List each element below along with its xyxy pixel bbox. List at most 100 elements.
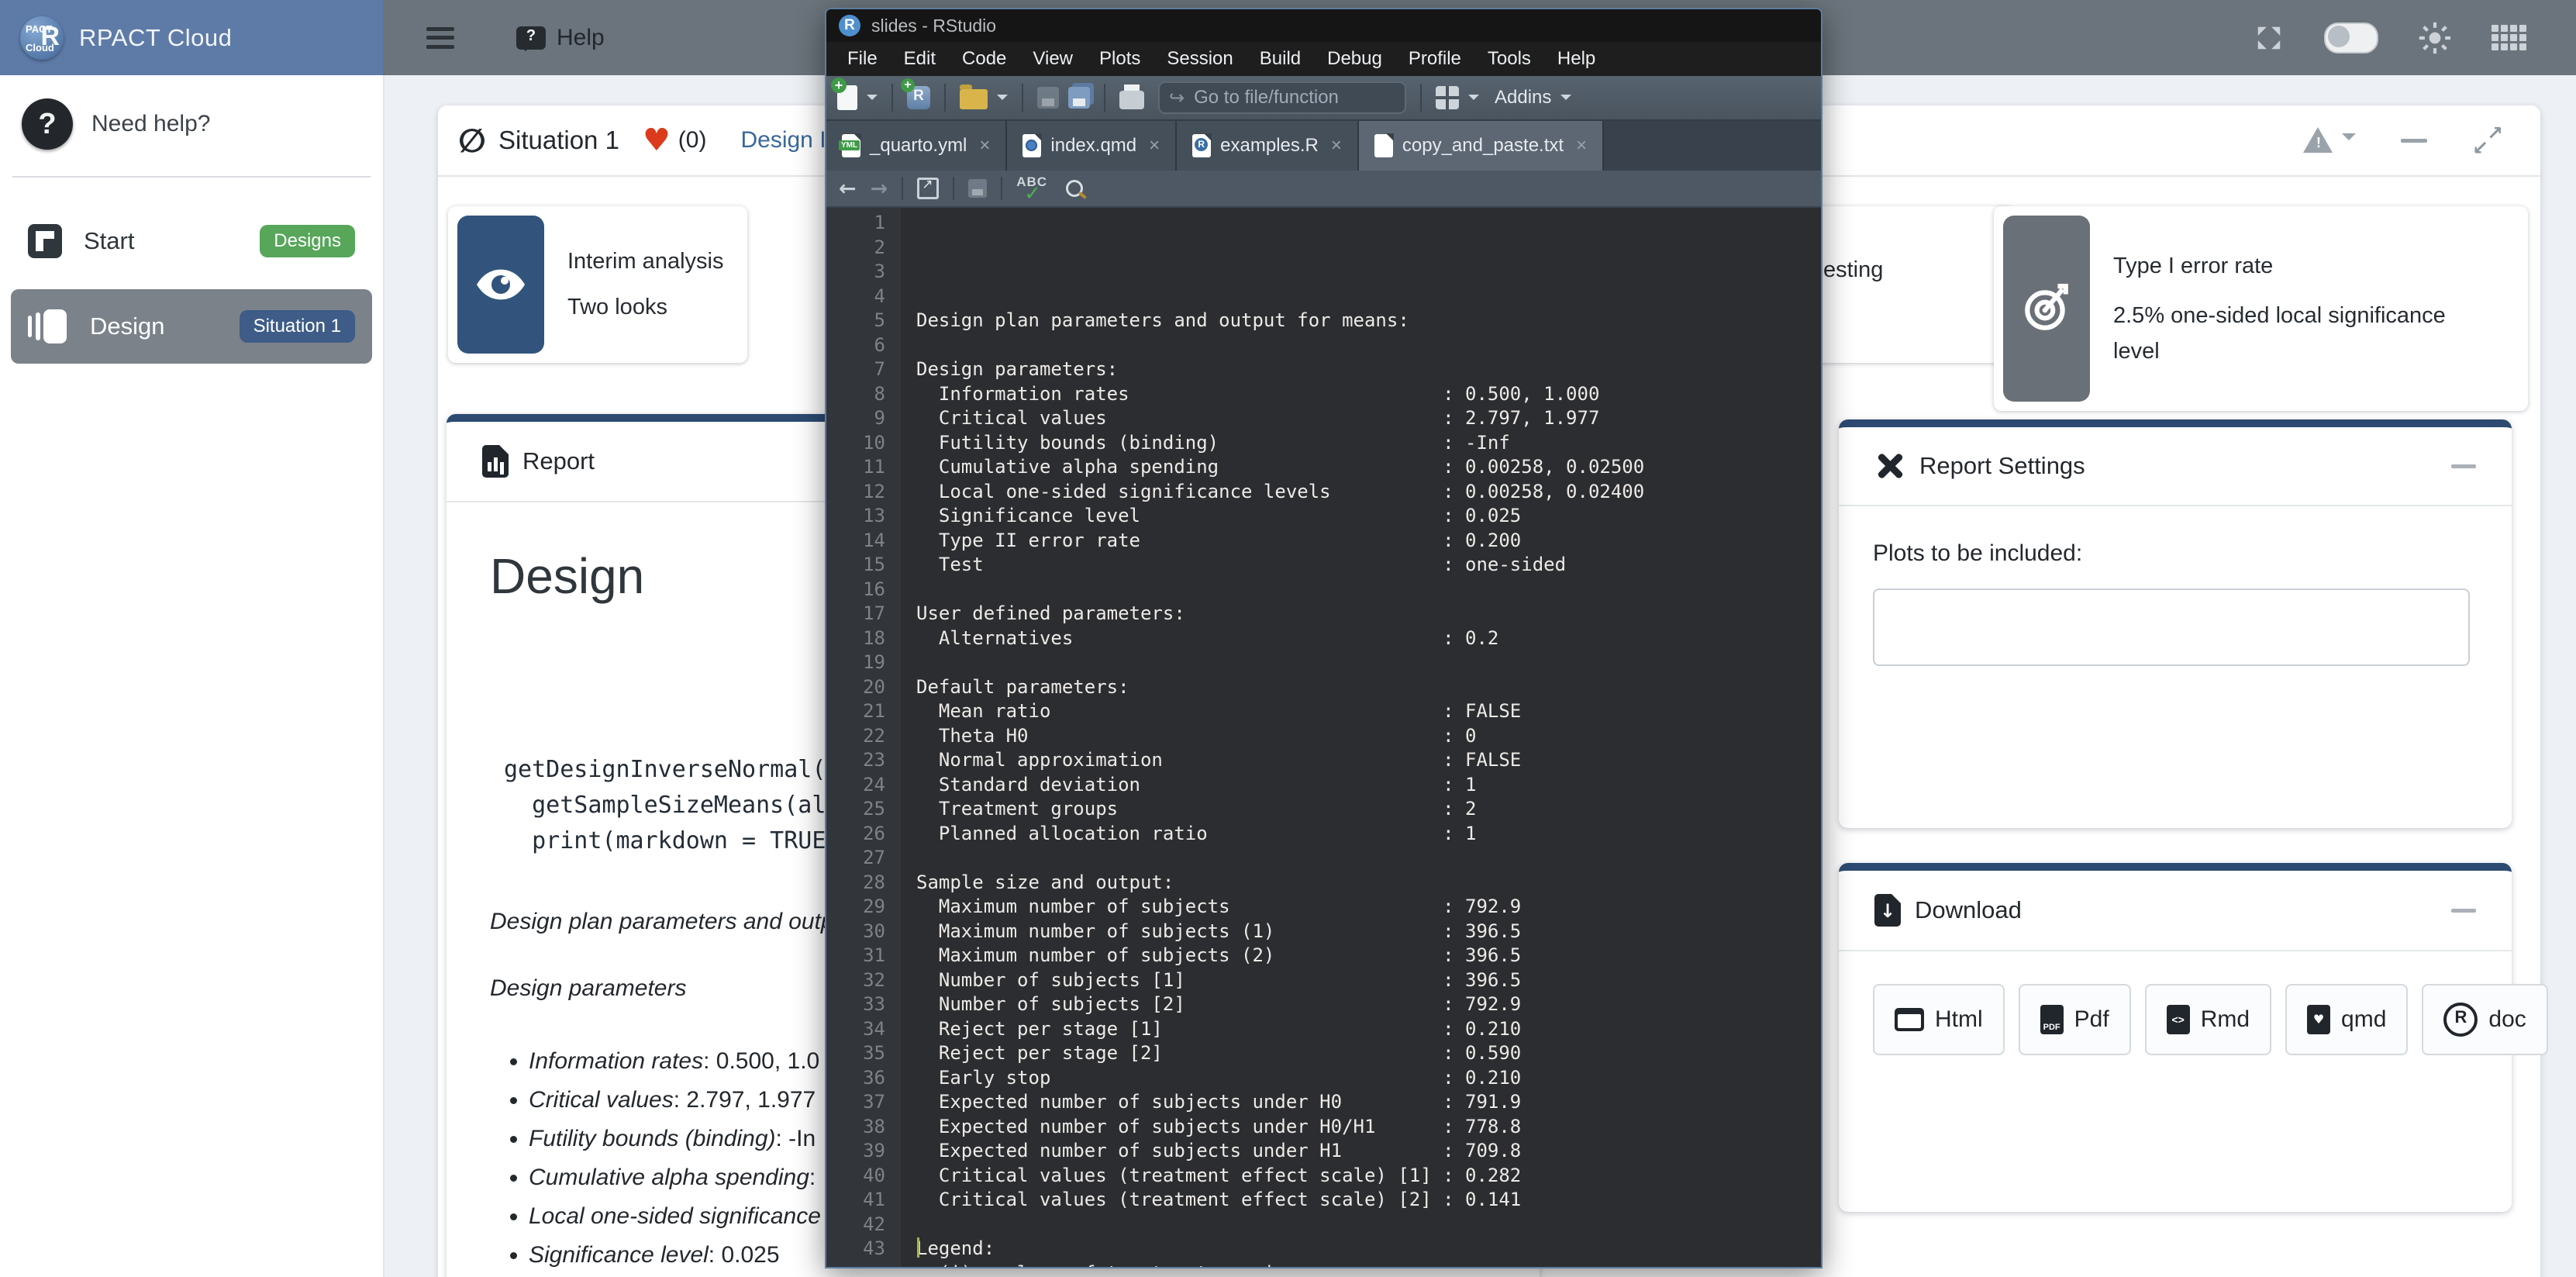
spellcheck-icon[interactable]: ABC✓ bbox=[1016, 174, 1052, 202]
download-button[interactable]: Pdf bbox=[2019, 984, 2131, 1055]
menu-item[interactable]: Edit bbox=[891, 48, 949, 70]
line-number: 22 bbox=[826, 724, 885, 749]
warnings-dropdown[interactable]: ! bbox=[2303, 127, 2356, 154]
rstudio-window[interactable]: R slides - RStudio FileEditCodeViewPlots… bbox=[825, 8, 1823, 1268]
interim-analysis-card[interactable]: Interim analysis Two looks bbox=[448, 206, 747, 363]
back-icon[interactable]: ← bbox=[839, 177, 857, 201]
download-button[interactable]: Rmd bbox=[2145, 984, 2271, 1055]
need-help-item[interactable]: ? Need help? bbox=[0, 75, 383, 176]
topbar-help-button[interactable]: ? Help bbox=[516, 25, 605, 51]
download-button[interactable]: Html bbox=[1873, 984, 2005, 1055]
sun-icon[interactable] bbox=[2419, 22, 2451, 54]
collapse-button[interactable] bbox=[2401, 139, 2427, 143]
new-project-icon[interactable] bbox=[907, 86, 930, 109]
chevron-down-icon[interactable] bbox=[867, 95, 878, 105]
open-file-icon[interactable] bbox=[960, 89, 988, 109]
line-number-gutter: 1234567891011121314151617181920212223242… bbox=[826, 208, 901, 1267]
sidebar-item-label: Design bbox=[90, 312, 240, 340]
editor-pane[interactable]: 1234567891011121314151617181920212223242… bbox=[826, 208, 1821, 1267]
menu-item[interactable]: Tools bbox=[1474, 48, 1544, 70]
type1-error-card[interactable]: Type I error rate 2.5% one-sided local s… bbox=[1994, 206, 2528, 411]
chevron-down-icon[interactable] bbox=[997, 95, 1008, 105]
plots-input[interactable] bbox=[1873, 588, 2470, 666]
menu-item[interactable]: Debug bbox=[1314, 48, 1395, 70]
editor-line: Local one-sided significance levels : 0.… bbox=[916, 480, 1644, 505]
editor-tab[interactable]: index.qmd × bbox=[1007, 121, 1177, 171]
line-number: 42 bbox=[826, 1213, 885, 1237]
warning-icon: ! bbox=[2303, 127, 2334, 154]
fullscreen-icon[interactable] bbox=[2254, 23, 2284, 53]
sidebar-item-start[interactable]: Start Designs bbox=[11, 213, 372, 269]
close-icon[interactable]: × bbox=[979, 135, 990, 157]
file-type-icon bbox=[1374, 134, 1393, 157]
close-icon[interactable]: × bbox=[1576, 135, 1587, 157]
addins-menu[interactable]: Addins bbox=[1495, 87, 1551, 109]
workspace-panes-icon[interactable] bbox=[1436, 86, 1459, 109]
editor-content[interactable]: Design plan parameters and output for me… bbox=[901, 208, 1644, 1267]
save-icon[interactable] bbox=[1037, 87, 1059, 109]
menu-item[interactable]: View bbox=[1019, 48, 1086, 70]
close-icon[interactable]: × bbox=[1149, 135, 1160, 157]
line-number: 29 bbox=[826, 895, 885, 920]
chevron-down-icon[interactable] bbox=[1560, 95, 1571, 105]
collapse-button[interactable] bbox=[2451, 909, 2476, 913]
download-button-label: Rmd bbox=[2201, 1006, 2250, 1033]
forward-icon[interactable]: → bbox=[871, 177, 888, 201]
expand-icon[interactable]: ↗↙ bbox=[2472, 125, 2503, 156]
download-format-icon bbox=[1895, 1008, 1924, 1031]
editor-line: Number of subjects [1] : 396.5 bbox=[916, 968, 1644, 993]
toggle-knob bbox=[2328, 26, 2350, 47]
menu-item[interactable]: Plots bbox=[1086, 48, 1154, 70]
screen: PACT Cloud R RPACT Cloud ? Need help? St… bbox=[0, 0, 2576, 1277]
line-number: 7 bbox=[826, 357, 885, 382]
start-icon bbox=[28, 224, 62, 258]
editor-line bbox=[916, 578, 1644, 602]
apps-grid-icon[interactable] bbox=[2492, 25, 2526, 50]
situation-title: Situation 1 bbox=[498, 126, 619, 155]
editor-tab[interactable]: examples.R × bbox=[1177, 121, 1359, 171]
collapse-button[interactable] bbox=[2451, 464, 2476, 468]
line-number: 16 bbox=[826, 578, 885, 602]
menu-item[interactable]: Profile bbox=[1395, 48, 1474, 70]
editor-tab-label: copy_and_paste.txt bbox=[1402, 135, 1564, 157]
save-all-icon[interactable] bbox=[1068, 87, 1090, 109]
design-icon bbox=[28, 308, 68, 345]
menu-item[interactable]: Code bbox=[949, 48, 1019, 70]
line-number: 11 bbox=[826, 455, 885, 480]
download-button[interactable]: qmd bbox=[2285, 984, 2408, 1055]
hamburger-menu-icon[interactable] bbox=[426, 27, 454, 49]
menu-item[interactable]: Help bbox=[1544, 48, 1609, 70]
new-file-icon[interactable] bbox=[837, 85, 857, 110]
likes-count: (0) bbox=[678, 127, 707, 154]
close-icon[interactable]: × bbox=[1331, 135, 1342, 157]
editor-line: Treatment groups : 2 bbox=[916, 797, 1644, 822]
editor-tab[interactable]: copy_and_paste.txt × bbox=[1359, 121, 1604, 171]
download-button[interactable]: doc bbox=[2422, 984, 2547, 1055]
print-icon[interactable] bbox=[1119, 91, 1144, 109]
sidebar-item-design[interactable]: Design Situation 1 bbox=[11, 289, 372, 364]
editor-line: Design plan parameters and output for me… bbox=[916, 309, 1644, 333]
menu-item[interactable]: Build bbox=[1247, 48, 1314, 70]
line-number: 10 bbox=[826, 431, 885, 456]
editor-line: Critical values (treatment effect scale)… bbox=[916, 1188, 1644, 1213]
open-in-new-window-icon[interactable] bbox=[917, 178, 939, 199]
line-number: 1 bbox=[826, 211, 885, 236]
line-number: 9 bbox=[826, 406, 885, 431]
goto-file-function-input[interactable]: ↪ Go to file/function bbox=[1158, 81, 1406, 114]
heart-icon[interactable]: ♥ bbox=[643, 125, 671, 156]
find-replace-icon[interactable] bbox=[1066, 180, 1083, 197]
menu-item[interactable]: File bbox=[834, 48, 891, 70]
rstudio-titlebar[interactable]: R slides - RStudio bbox=[826, 9, 1821, 42]
editor-line: Early stop : 0.210 bbox=[916, 1066, 1644, 1091]
theme-toggle[interactable] bbox=[2324, 22, 2378, 53]
editor-tab[interactable]: _quarto.yml × bbox=[826, 121, 1007, 171]
line-number: 25 bbox=[826, 797, 885, 822]
logo-letter: R bbox=[40, 22, 60, 52]
rstudio-logo-icon: R bbox=[839, 15, 860, 36]
menu-item[interactable]: Session bbox=[1154, 48, 1246, 70]
file-type-icon bbox=[1022, 134, 1041, 157]
app-title: RPACT Cloud bbox=[79, 24, 232, 52]
save-icon[interactable] bbox=[968, 179, 987, 198]
editor-line: Reject per stage [2] : 0.590 bbox=[916, 1041, 1644, 1066]
chevron-down-icon[interactable] bbox=[1468, 95, 1479, 105]
